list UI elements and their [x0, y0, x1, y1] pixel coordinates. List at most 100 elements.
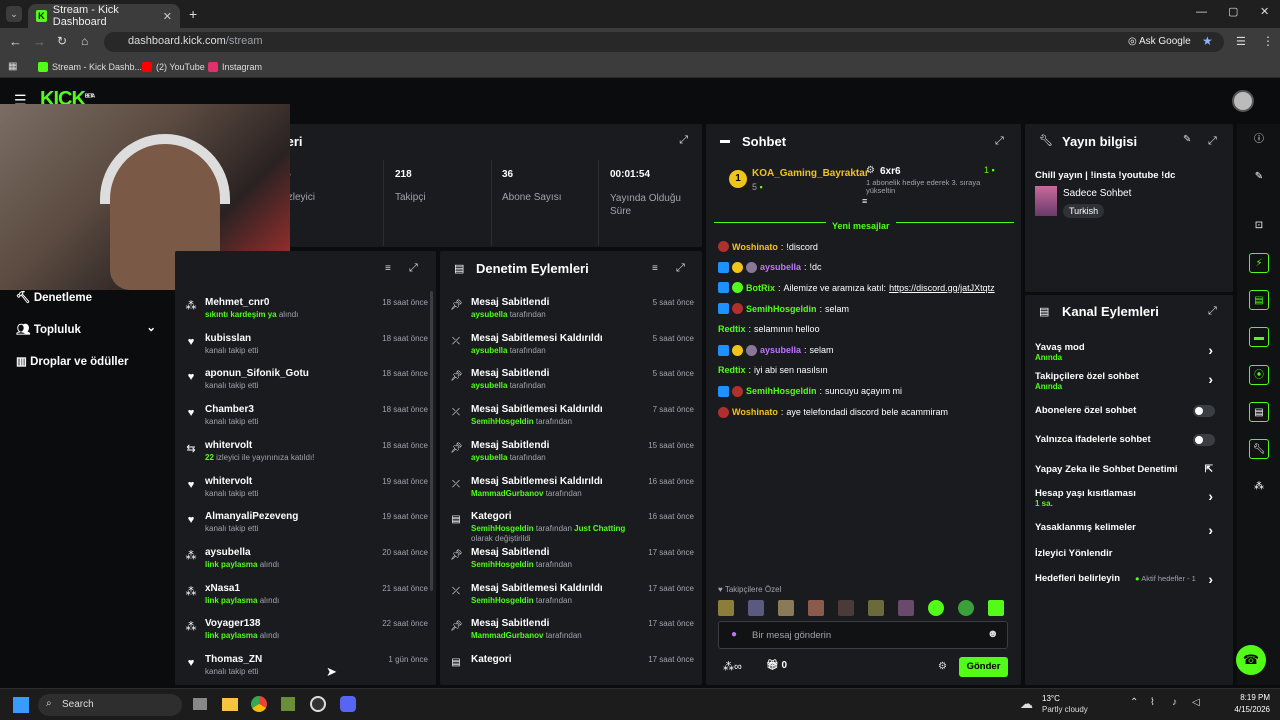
volume-icon[interactable]: ◁ — [1192, 697, 1200, 708]
channel-action-item[interactable]: İzleyici Yönlendir — [1035, 548, 1225, 559]
chat-message[interactable]: aysubella: !dc — [718, 261, 822, 273]
moderation-row[interactable]: ⤫ Mesaj Sabitlemesi Kaldırıldı SemihHosg… — [440, 403, 702, 435]
microphone-icon[interactable]: ● — [731, 629, 737, 640]
toggle-switch[interactable] — [1193, 434, 1215, 446]
chat-username[interactable]: aysubella — [760, 262, 801, 272]
home-icon[interactable]: ⌂ — [81, 34, 88, 48]
activity-user[interactable]: xNasa1 — [205, 583, 375, 594]
expand-icon[interactable]: ⤢ — [676, 262, 685, 275]
activity-user[interactable]: Thomas_ZN — [205, 654, 375, 665]
taskbar-search[interactable]: ⌕ Search — [38, 694, 182, 716]
chat-username[interactable]: Redtix — [718, 365, 746, 375]
emote-icon[interactable] — [928, 600, 944, 616]
community-icon[interactable]: ⁂ — [1249, 477, 1269, 497]
chat-message[interactable]: Redtix: selamının helloo — [718, 324, 820, 334]
sidebar-item-topluluk[interactable]: 👥︎ Topluluk ⌄ — [16, 322, 156, 336]
channel-action-item[interactable]: Takipçilere özel sohbet Anında › — [1035, 371, 1225, 391]
bookmark-youtube[interactable]: (2) YouTube — [142, 62, 205, 72]
moderation-row[interactable]: ⤫ Mesaj Sabitlemesi Kaldırıldı SemihHosg… — [440, 582, 702, 614]
loyalty-icon[interactable]: ⁂∞ — [723, 660, 742, 673]
activity-user[interactable]: aponun_Sifonik_Gotu — [205, 368, 375, 379]
obs-icon[interactable] — [310, 696, 326, 712]
chat-username[interactable]: BotRix — [746, 283, 775, 293]
chat-input[interactable]: ● Bir mesaj gönderin ☻ — [718, 621, 1008, 649]
user-avatar[interactable] — [1232, 90, 1254, 112]
activity-user[interactable]: kubisslan — [205, 333, 375, 344]
emote-icon[interactable] — [898, 600, 914, 616]
weather-widget[interactable]: ☁ 13°C Partly cloudy — [1020, 693, 1100, 717]
activity-row[interactable]: ♥ aponun_Sifonik_Gotu kanalı takip etti … — [175, 367, 436, 399]
sidebar-item-droplar[interactable]: ▥ Droplar ve ödüller — [16, 354, 129, 368]
activity-row[interactable]: ⁂ xNasa1 link paylasma alındı 21 saat ön… — [175, 582, 436, 614]
bookmark-instagram[interactable]: Instagram — [208, 62, 262, 72]
new-messages-label[interactable]: Yeni mesajlar — [826, 221, 896, 231]
activity-row[interactable]: ♥ kubisslan kanalı takip etti 18 saat ön… — [175, 332, 436, 364]
sidebar-item-denetleme[interactable]: 🔨︎ Denetleme — [16, 290, 92, 304]
screen-icon[interactable]: ⊡ — [1249, 216, 1269, 236]
chat-message[interactable]: SemihHosgeldin: suncuyu açayım mi — [718, 385, 902, 397]
emote-icon[interactable] — [838, 600, 854, 616]
discord-icon[interactable] — [340, 696, 356, 712]
activity-user[interactable]: Chamber3 — [205, 404, 375, 415]
channel-action-item[interactable]: Hesap yaşı kısıtlaması 1 sa. › — [1035, 488, 1225, 508]
broadcast-icon[interactable]: ⦿ — [1249, 365, 1269, 385]
channel-action-item[interactable]: Yalnızca ifadelerle sohbet — [1035, 434, 1225, 446]
filter-icon[interactable]: ≡ — [385, 263, 391, 274]
toggle-switch[interactable] — [1193, 405, 1215, 417]
moderation-row[interactable]: 📌︎ Mesaj Sabitlendi aysubella tarafından… — [440, 367, 702, 399]
activity-user[interactable]: AlmanyaliPezeveng — [205, 511, 375, 522]
chat-username[interactable]: Woshinato — [732, 242, 778, 252]
moderator-name[interactable]: MammadGurbanov — [471, 489, 543, 498]
channel-action-item[interactable]: Abonelere özel sohbet — [1035, 405, 1225, 417]
channel-action-item[interactable]: Yapay Zeka ile Sohbet Denetimi ⇱ — [1035, 464, 1225, 475]
emote-icon[interactable] — [808, 600, 824, 616]
reload-icon[interactable]: ↻ — [57, 34, 67, 48]
expand-icon[interactable]: ⤢ — [995, 135, 1004, 148]
gifter-name[interactable]: 6xr6 — [880, 166, 901, 177]
moderation-row[interactable]: ⤫ Mesaj Sabitlemesi Kaldırıldı MammadGur… — [440, 475, 702, 507]
expand-icon[interactable]: ⤢ — [409, 262, 418, 275]
collapse-icon[interactable]: ≡ — [862, 196, 867, 206]
browser-menu-icon[interactable]: ⋮ — [1262, 34, 1274, 48]
activity-row[interactable]: ⁂ Voyager138 link paylasma alındı 22 saa… — [175, 617, 436, 649]
tab-search-button[interactable]: ⌄ — [6, 6, 22, 22]
browser-tab[interactable]: K Stream - Kick Dashboard ✕ — [28, 4, 180, 28]
moderator-name[interactable]: SemihHosgeldin — [471, 560, 534, 569]
edit-icon[interactable]: ✎ — [1183, 134, 1191, 145]
url-bar[interactable]: dashboard.kick.com/stream — [104, 32, 1224, 52]
lightning-icon[interactable]: ⚡︎ — [1249, 253, 1269, 273]
chat-message[interactable]: BotRix: Ailemize ve aramıza katıl: https… — [718, 282, 995, 294]
expand-icon[interactable]: ⤢ — [679, 134, 688, 147]
extensions-icon[interactable]: ☰ — [1236, 35, 1246, 48]
chat-username[interactable]: SemihHosgeldin — [746, 304, 817, 314]
minimize-icon[interactable]: — — [1196, 6, 1207, 18]
activity-user[interactable]: whitervolt — [205, 476, 375, 487]
chat-icon[interactable]: ▬ — [1249, 327, 1269, 347]
chat-message[interactable]: Woshinato: aye telefondadi discord bele … — [718, 406, 948, 418]
close-window-icon[interactable]: ✕ — [1260, 5, 1269, 18]
emote-icon[interactable] — [988, 600, 1004, 616]
emote-icon[interactable] — [718, 600, 734, 616]
new-tab-icon[interactable]: + — [189, 6, 197, 22]
activity-row[interactable]: ⁂ aysubella link paylasma alındı 20 saat… — [175, 546, 436, 578]
moderation-row[interactable]: ▤ Kategori SemihHosgeldin tarafından Jus… — [440, 510, 702, 543]
info-icon[interactable]: ⓘ — [1249, 130, 1269, 150]
notes-icon[interactable]: ▤ — [1249, 290, 1269, 310]
activity-row[interactable]: ♥ Thomas_ZN kanalı takip etti 1 gün önce — [175, 653, 436, 685]
clock[interactable]: 8:19 PM 4/15/2026 — [1226, 693, 1270, 714]
emote-icon[interactable] — [868, 600, 884, 616]
chat-message[interactable]: Redtix: iyi abi sen nasılsın — [718, 365, 828, 375]
chat-message[interactable]: aysubella: selam — [718, 344, 834, 356]
ask-google-button[interactable]: ◎ Ask Google — [1128, 36, 1191, 47]
maximize-icon[interactable]: ▢ — [1228, 5, 1238, 18]
chat-username[interactable]: SemihHosgeldin — [746, 386, 817, 396]
activity-user[interactable]: aysubella — [205, 547, 375, 558]
activity-row[interactable]: ♥ AlmanyaliPezeveng kanalı takip etti 19… — [175, 510, 436, 542]
back-icon[interactable]: ← — [9, 34, 22, 49]
activity-row[interactable]: ♥ Chamber3 kanalı takip etti 18 saat önc… — [175, 403, 436, 435]
chat-username[interactable]: Redtix — [718, 324, 746, 334]
support-button[interactable]: ☎ — [1236, 645, 1266, 675]
mic-icon[interactable]: ♪ — [1172, 697, 1177, 708]
wrench-icon[interactable]: 🔧︎ — [1249, 439, 1269, 459]
minecraft-icon[interactable] — [281, 697, 295, 711]
